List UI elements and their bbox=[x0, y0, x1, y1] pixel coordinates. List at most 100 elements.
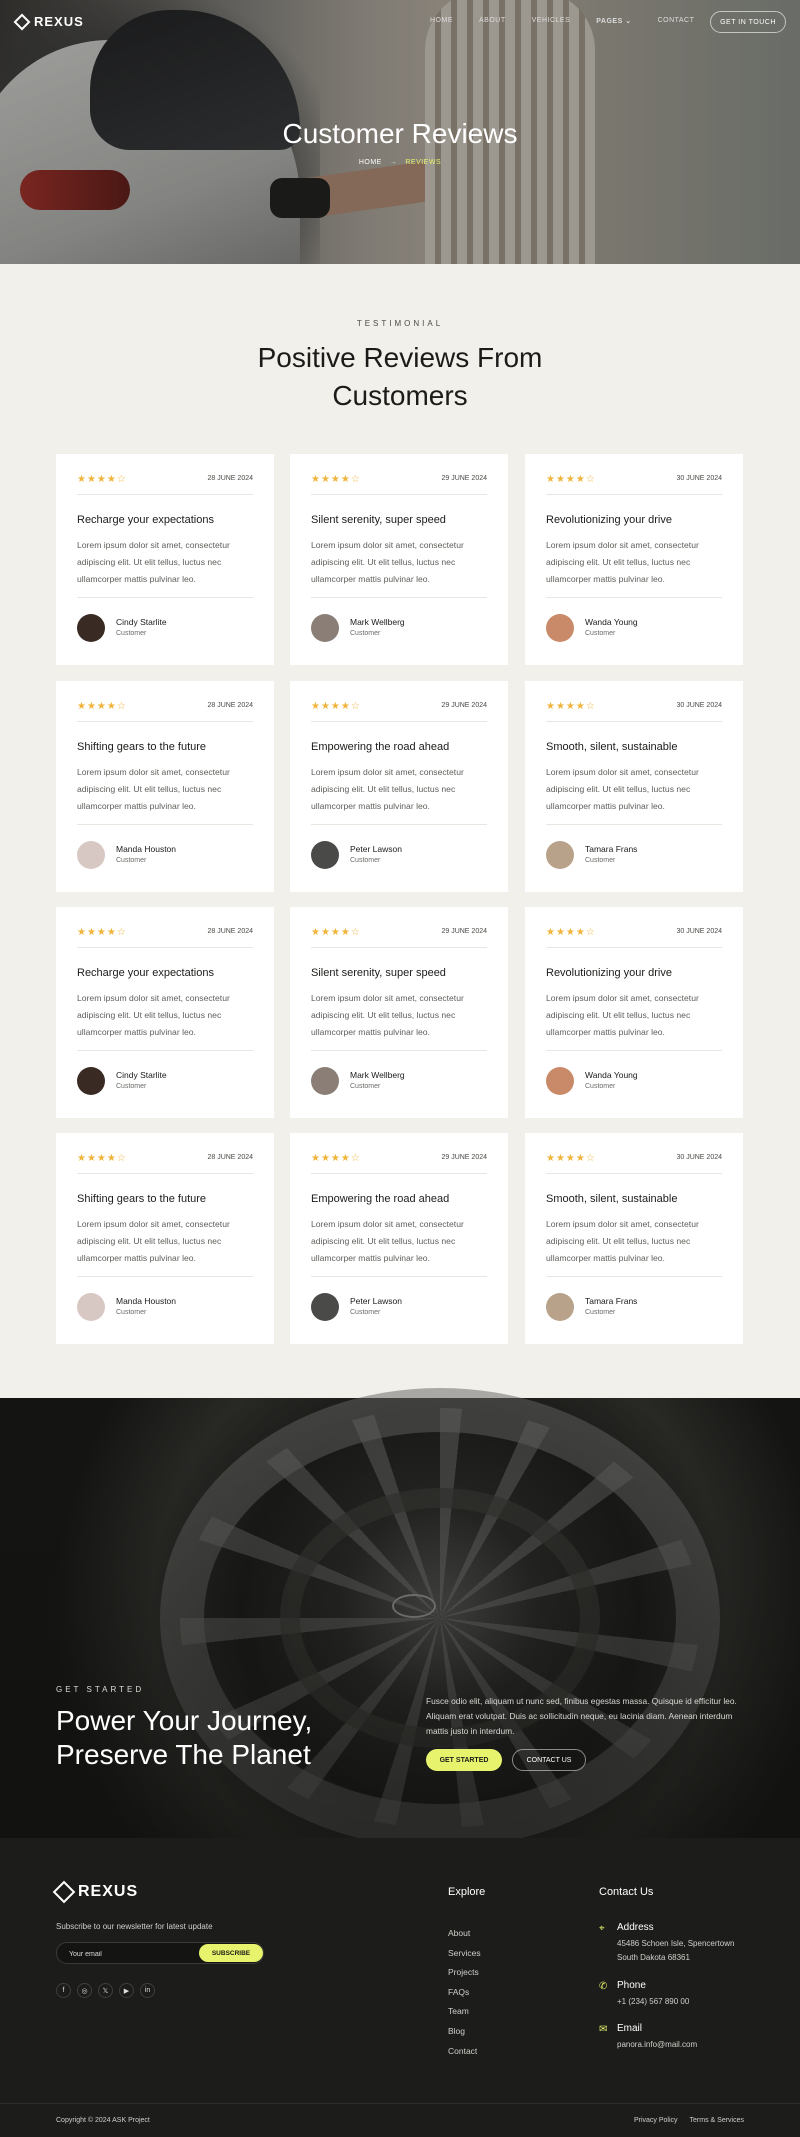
subscribe-button[interactable]: SUBSCRIBE bbox=[199, 1944, 263, 1962]
review-card: ★★★★☆ 29 JUNE 2024 Empowering the road ahe… bbox=[290, 681, 508, 892]
page-title: Customer Reviews bbox=[282, 118, 518, 149]
footer-divider bbox=[0, 2103, 800, 2104]
nav-link-vehicles[interactable]: VEHICLES bbox=[532, 17, 571, 25]
nav-link-about[interactable]: ABOUT bbox=[479, 17, 506, 25]
section-title-line2: Customers bbox=[332, 380, 468, 411]
card-divider bbox=[311, 721, 487, 722]
avatar bbox=[77, 841, 105, 869]
brand-logo[interactable]: REXUS bbox=[13, 13, 84, 30]
linkedin-icon[interactable]: in bbox=[140, 1983, 155, 1998]
card-divider bbox=[77, 1276, 253, 1277]
review-stars: ★★★★☆ bbox=[311, 701, 361, 712]
review-stars: ★★★★☆ bbox=[77, 927, 127, 938]
explore-links: About Services Projects FAQs Team Blog C… bbox=[448, 1924, 481, 2061]
reviewer-name: Wanda Young bbox=[585, 1070, 638, 1080]
review-body: Lorem ipsum dolor sit amet, consectetur … bbox=[546, 540, 699, 584]
reviewer-role: Customer bbox=[585, 1309, 616, 1316]
section-eyebrow: TESTIMONIAL bbox=[356, 319, 444, 328]
card-divider bbox=[546, 824, 722, 825]
review-title: Silent serenity, super speed bbox=[311, 514, 446, 526]
footer-brand-name: REXUS bbox=[78, 1883, 139, 1900]
review-stars: ★★★★☆ bbox=[77, 1153, 127, 1164]
reviewer-role: Customer bbox=[585, 1083, 616, 1090]
review-date: 30 JUNE 2024 bbox=[676, 475, 722, 482]
review-body: Lorem ipsum dolor sit amet, consectetur … bbox=[311, 993, 464, 1037]
section-title-line1: Positive Reviews From bbox=[257, 342, 543, 373]
nav-link-contact[interactable]: CONTACT bbox=[658, 17, 695, 25]
review-date: 28 JUNE 2024 bbox=[207, 702, 253, 709]
avatar bbox=[311, 614, 339, 642]
review-stars: ★★★★☆ bbox=[546, 927, 596, 938]
review-title: Silent serenity, super speed bbox=[311, 967, 446, 979]
get-in-touch-button[interactable]: GET IN TOUCH bbox=[710, 11, 786, 33]
breadcrumb-current: REVIEWS bbox=[405, 159, 442, 166]
review-body: Lorem ipsum dolor sit amet, consectetur … bbox=[311, 540, 464, 584]
card-divider bbox=[311, 1173, 487, 1174]
card-divider bbox=[77, 494, 253, 495]
arrow-right-icon: → bbox=[389, 159, 398, 166]
review-stars: ★★★★☆ bbox=[77, 701, 127, 712]
footer-link-blog[interactable]: Blog bbox=[448, 2022, 481, 2042]
logo-diamond-icon bbox=[52, 1880, 76, 1904]
review-title: Smooth, silent, sustainable bbox=[546, 1193, 678, 1205]
facebook-icon[interactable]: f bbox=[56, 1983, 71, 1998]
review-stars: ★★★★☆ bbox=[546, 1153, 596, 1164]
reviewer-role: Customer bbox=[116, 857, 147, 864]
legal-links: Privacy Policy Terms & Services bbox=[634, 2117, 744, 2124]
footer-link-about[interactable]: About bbox=[448, 1924, 481, 1944]
review-stars: ★★★★☆ bbox=[546, 474, 596, 485]
footer-logo[interactable]: REXUS bbox=[52, 1880, 139, 1904]
review-stars: ★★★★☆ bbox=[546, 701, 596, 712]
brand-name: REXUS bbox=[34, 14, 84, 29]
footer-link-team[interactable]: Team bbox=[448, 2002, 481, 2022]
hero-banner: REXUS HOME ABOUT VEHICLES PAGES ⌄ CONTAC… bbox=[0, 0, 800, 264]
nav-link-home[interactable]: HOME bbox=[430, 17, 453, 25]
footer-link-contact[interactable]: Contact bbox=[448, 2042, 481, 2062]
explore-heading: Explore bbox=[448, 1886, 486, 1898]
reviewer-role: Customer bbox=[350, 857, 381, 864]
get-started-button[interactable]: GET STARTED bbox=[426, 1749, 502, 1771]
logo-diamond-icon bbox=[13, 13, 31, 30]
avatar bbox=[77, 614, 105, 642]
footer-link-services[interactable]: Services bbox=[448, 1944, 481, 1964]
phone-value[interactable]: +1 (234) 567 890 00 bbox=[617, 1995, 757, 2009]
x-twitter-icon[interactable]: 𝕏 bbox=[98, 1983, 113, 1998]
reviewer-role: Customer bbox=[350, 630, 381, 637]
review-body: Lorem ipsum dolor sit amet, consectetur … bbox=[77, 993, 230, 1037]
footer-link-faqs[interactable]: FAQs bbox=[448, 1983, 481, 2003]
avatar bbox=[546, 1293, 574, 1321]
terms-link[interactable]: Terms & Services bbox=[690, 2117, 744, 2124]
breadcrumb-home[interactable]: HOME bbox=[359, 159, 382, 166]
avatar bbox=[546, 841, 574, 869]
review-card: ★★★★☆ 29 JUNE 2024 Silent serenity, super … bbox=[290, 454, 508, 665]
chevron-down-icon: ⌄ bbox=[625, 18, 632, 25]
card-divider bbox=[77, 1173, 253, 1174]
phone-label: Phone bbox=[617, 1980, 646, 1991]
instagram-icon[interactable]: ◎ bbox=[77, 1983, 92, 1998]
review-card: ★★★★☆ 30 JUNE 2024 Smooth, silent, sustain… bbox=[525, 1133, 743, 1344]
nav-link-pages[interactable]: PAGES ⌄ bbox=[596, 17, 631, 25]
review-stars: ★★★★☆ bbox=[77, 474, 127, 485]
card-divider bbox=[311, 1276, 487, 1277]
email-input[interactable] bbox=[69, 1947, 189, 1961]
card-divider bbox=[77, 947, 253, 948]
privacy-policy-link[interactable]: Privacy Policy bbox=[634, 2117, 678, 2124]
review-card: ★★★★☆ 29 JUNE 2024 Empowering the road ahe… bbox=[290, 1133, 508, 1344]
reviewer-role: Customer bbox=[116, 630, 147, 637]
youtube-icon[interactable]: ▶ bbox=[119, 1983, 134, 1998]
review-card: ★★★★☆ 28 JUNE 2024 Shifting gears to the f… bbox=[56, 1133, 274, 1344]
contact-heading: Contact Us bbox=[599, 1886, 654, 1898]
copyright: Copyright © 2024 ASK Project bbox=[56, 2117, 150, 2124]
email-value[interactable]: panora.info@mail.com bbox=[617, 2038, 757, 2052]
top-nav: REXUS HOME ABOUT VEHICLES PAGES ⌄ CONTAC… bbox=[0, 0, 800, 44]
nav-links: HOME ABOUT VEHICLES PAGES ⌄ CONTACT bbox=[430, 17, 694, 25]
reviewer-role: Customer bbox=[350, 1309, 381, 1316]
reviews-section: TESTIMONIAL Positive Reviews From Custom… bbox=[0, 264, 800, 1398]
cta-title-line2: Preserve The Planet bbox=[56, 1739, 311, 1770]
footer-link-projects[interactable]: Projects bbox=[448, 1963, 481, 1983]
card-divider bbox=[546, 1276, 722, 1277]
review-title: Recharge your expectations bbox=[77, 967, 214, 979]
contact-us-button[interactable]: CONTACT US bbox=[512, 1749, 586, 1771]
review-title: Shifting gears to the future bbox=[77, 1193, 207, 1205]
cta-overlay bbox=[0, 1398, 800, 1838]
